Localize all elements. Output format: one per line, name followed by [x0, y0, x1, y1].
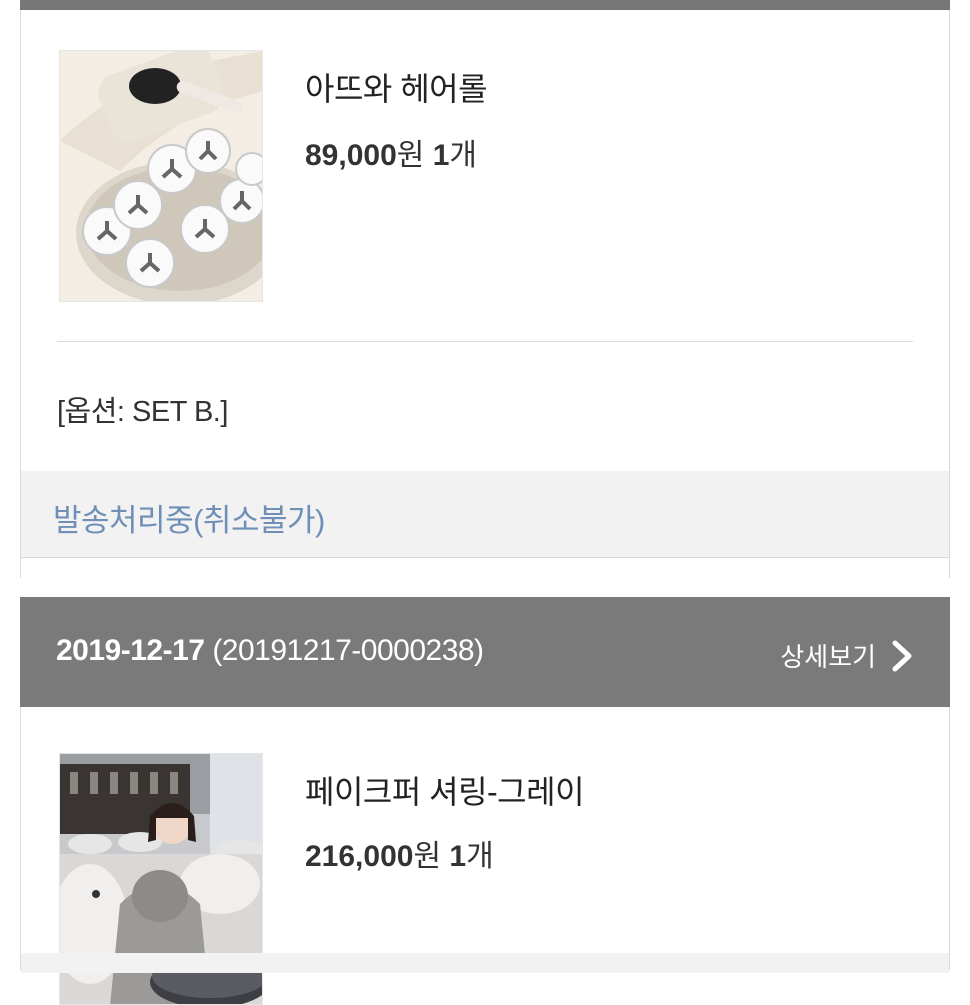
view-details-link[interactable]: 상세보기	[780, 637, 916, 674]
price-currency: 원	[413, 840, 442, 873]
order-header: 2019-12-17 (20191217-0000238) 상세보기	[20, 597, 950, 707]
order-date-line: 2019-12-17 (20191217-0000238)	[56, 634, 484, 668]
order-number: (20191217-0000238)	[212, 634, 484, 667]
status-bar: 발송처리중(취소불가)	[21, 471, 949, 558]
price-value: 216,000	[305, 840, 414, 873]
order-card: 아뜨와 헤어롤 89,000원 1개 [옵션: SET B.] 발송처리중(취소…	[20, 0, 950, 578]
price-currency: 원	[396, 139, 425, 172]
product-price: 89,000원 1개	[305, 130, 477, 174]
option-text: [옵션: SET B.]	[57, 396, 228, 428]
product-name[interactable]: 페이크퍼 셔링-그레이	[305, 767, 585, 813]
hair-roller-photo	[60, 51, 262, 301]
product-name[interactable]: 아뜨와 헤어롤	[305, 64, 488, 110]
divider	[57, 341, 913, 342]
price-value: 89,000	[305, 139, 397, 172]
product-thumbnail[interactable]	[59, 50, 263, 302]
qty-value: 1	[432, 139, 450, 172]
order-card: 페이크퍼 셔링-그레이 216,000원 1개	[20, 707, 950, 1005]
order-date: 2019-12-17	[56, 634, 205, 667]
chevron-right-icon	[892, 640, 912, 671]
qty-value: 1	[449, 840, 467, 873]
status-bar	[21, 953, 949, 973]
qty-unit: 개	[449, 139, 478, 172]
order-status: 발송처리중(취소불가)	[53, 503, 325, 538]
product-price: 216,000원 1개	[305, 831, 494, 875]
qty-unit: 개	[466, 840, 494, 873]
order-header-edge	[20, 0, 950, 10]
view-details-label: 상세보기	[780, 642, 876, 672]
